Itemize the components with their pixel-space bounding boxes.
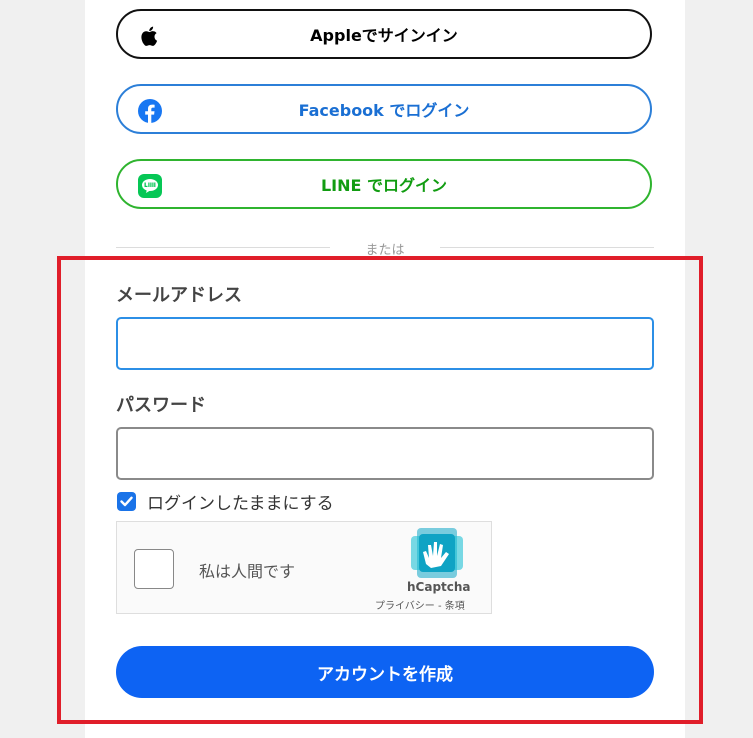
captcha-brand: hCaptcha xyxy=(407,580,471,594)
check-icon xyxy=(120,496,133,507)
facebook-icon xyxy=(138,99,162,123)
email-field[interactable] xyxy=(116,317,654,370)
remember-checkbox[interactable] xyxy=(117,492,136,511)
captcha-checkbox[interactable] xyxy=(134,549,174,589)
hcaptcha-widget: 私は人間です hCaptcha プライバシー - 条項 xyxy=(116,521,492,614)
password-label: パスワード xyxy=(116,395,206,416)
captcha-links[interactable]: プライバシー - 条項 xyxy=(375,597,465,612)
divider-left xyxy=(116,247,330,248)
apple-signin-label: Appleでサインイン xyxy=(310,26,458,45)
facebook-login-button[interactable]: Facebook でログイン xyxy=(116,84,652,134)
email-label: メールアドレス xyxy=(116,285,242,306)
line-login-label: LINE でログイン xyxy=(320,176,448,195)
remember-label: ログインしたままにする xyxy=(147,494,334,514)
facebook-login-label: Facebook でログイン xyxy=(298,101,470,120)
create-account-button[interactable]: アカウントを作成 xyxy=(116,646,654,698)
divider-text: または xyxy=(365,243,405,258)
captcha-prompt: 私は人間です xyxy=(199,562,296,581)
line-login-button[interactable]: LINE でログイン xyxy=(116,159,652,209)
line-icon xyxy=(138,174,162,198)
password-field[interactable] xyxy=(116,427,654,480)
divider-right xyxy=(440,247,654,248)
remember-me[interactable]: ログインしたままにする xyxy=(117,489,334,514)
hcaptcha-logo-icon xyxy=(411,528,463,578)
apple-signin-button[interactable]: Appleでサインイン xyxy=(116,9,652,59)
apple-icon xyxy=(138,24,162,48)
